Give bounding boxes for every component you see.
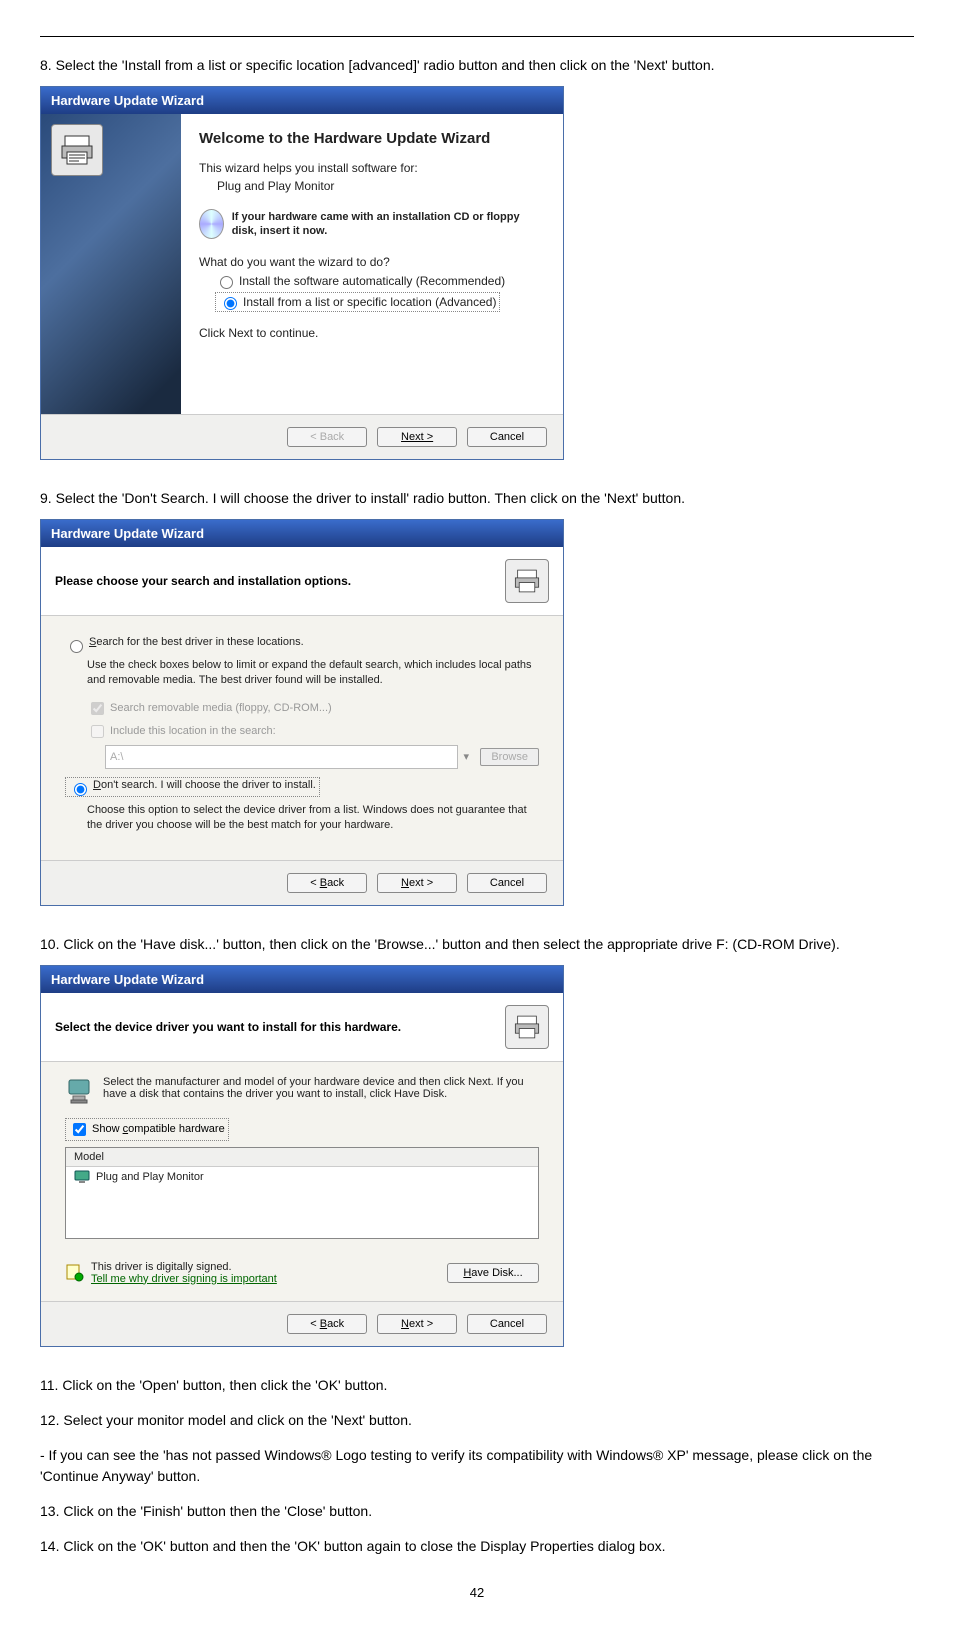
certificate-icon — [65, 1263, 85, 1283]
model-item-label: Plug and Play Monitor — [96, 1171, 204, 1183]
model-item-pnp-monitor[interactable]: Plug and Play Monitor — [66, 1167, 538, 1187]
printer-icon — [505, 559, 549, 603]
signing-info-link[interactable]: Tell me why driver signing is important — [91, 1273, 277, 1285]
dialog3-titlebar: Hardware Update Wizard — [41, 966, 563, 993]
dialog1-next-button[interactable]: Next > — [377, 427, 457, 447]
step-12b-text: - If you can see the 'has not passed Win… — [40, 1445, 914, 1487]
dialog3-heading: Select the device driver you want to ins… — [55, 1020, 401, 1034]
step-9-text: 9. Select the 'Don't Search. I will choo… — [40, 488, 914, 509]
dialog-welcome: Hardware Update Wizard Welcome to the Ha… — [40, 86, 564, 460]
printer-icon — [505, 1005, 549, 1049]
radio-dont-search[interactable]: Don't search. I will choose the driver t… — [65, 777, 320, 797]
dialog2-opt1-desc: Use the check boxes below to limit or ex… — [87, 658, 539, 689]
hardware-icon — [65, 1076, 93, 1108]
dialog1-cancel-button[interactable]: Cancel — [467, 427, 547, 447]
cd-icon — [199, 209, 224, 239]
dialog-search-options: Hardware Update Wizard Please choose you… — [40, 519, 564, 906]
step-14-text: 14. Click on the 'OK' button and then th… — [40, 1536, 914, 1557]
dialog1-titlebar: Hardware Update Wizard — [41, 87, 563, 114]
dialog1-helps-label: This wizard helps you install software f… — [199, 161, 545, 175]
dialog1-back-button: < Back — [287, 427, 367, 447]
radio-install-auto-label: Install the software automatically (Reco… — [239, 274, 505, 288]
dialog3-next-button[interactable]: Next > — [377, 1314, 457, 1334]
dialog2-heading: Please choose your search and installati… — [55, 574, 351, 588]
wizard-sidebar — [41, 114, 181, 414]
monitor-icon — [74, 1170, 90, 1184]
dialog2-back-button[interactable]: < Back — [287, 873, 367, 893]
radio-search-best[interactable]: SSearch for the best driver in these loc… — [65, 636, 539, 652]
check-include-location-label: Include this location in the search: — [110, 725, 276, 737]
dialog2-opt2-desc: Choose this option to select the device … — [87, 803, 539, 834]
printer-icon — [51, 124, 103, 176]
chevron-down-icon: ▾ — [458, 750, 474, 763]
driver-signed-text: This driver is digitally signed. — [91, 1261, 277, 1273]
model-listbox[interactable]: Model Plug and Play Monitor — [65, 1147, 539, 1239]
dialog1-click-next: Click Next to continue. — [199, 326, 545, 340]
page-number: 42 — [40, 1585, 914, 1600]
model-column-header: Model — [66, 1148, 538, 1167]
dialog2-cancel-button[interactable]: Cancel — [467, 873, 547, 893]
step-11-text: 11. Click on the 'Open' button, then cli… — [40, 1375, 914, 1396]
check-search-removable: Search removable media (floppy, CD-ROM..… — [87, 699, 539, 718]
step-13-text: 13. Click on the 'Finish' button then th… — [40, 1501, 914, 1522]
have-disk-button[interactable]: Have Disk... — [447, 1263, 539, 1283]
check-show-compatible[interactable]: Show compatible hardware — [65, 1118, 229, 1141]
step-10-text: 10. Click on the 'Have disk...' button, … — [40, 934, 914, 955]
step-12-text: 12. Select your monitor model and click … — [40, 1410, 914, 1431]
dialog1-device-name: Plug and Play Monitor — [217, 179, 545, 193]
dialog2-next-button[interactable]: Next > — [377, 873, 457, 893]
dialog3-cancel-button[interactable]: Cancel — [467, 1314, 547, 1334]
dialog3-back-button[interactable]: < Back — [287, 1314, 367, 1334]
dialog3-desc: Select the manufacturer and model of you… — [103, 1076, 539, 1100]
step-8-text: 8. Select the 'Install from a list or sp… — [40, 55, 914, 76]
dialog-select-driver: Hardware Update Wizard Select the device… — [40, 965, 564, 1347]
dialog1-heading: Welcome to the Hardware Update Wizard — [199, 130, 545, 147]
radio-install-list-label: Install from a list or specific location… — [243, 295, 496, 309]
browse-button: Browse — [480, 748, 539, 766]
check-include-location: Include this location in the search: — [87, 722, 539, 741]
check-search-removable-label: Search removable media (floppy, CD-ROM..… — [110, 702, 332, 714]
top-divider — [40, 36, 914, 37]
radio-install-auto[interactable]: Install the software automatically (Reco… — [215, 273, 545, 289]
dialog1-question: What do you want the wizard to do? — [199, 255, 545, 269]
radio-install-list[interactable]: Install from a list or specific location… — [215, 292, 500, 312]
dialog2-titlebar: Hardware Update Wizard — [41, 520, 563, 547]
dialog1-cd-text: If your hardware came with an installati… — [232, 210, 545, 239]
path-input — [105, 745, 458, 769]
